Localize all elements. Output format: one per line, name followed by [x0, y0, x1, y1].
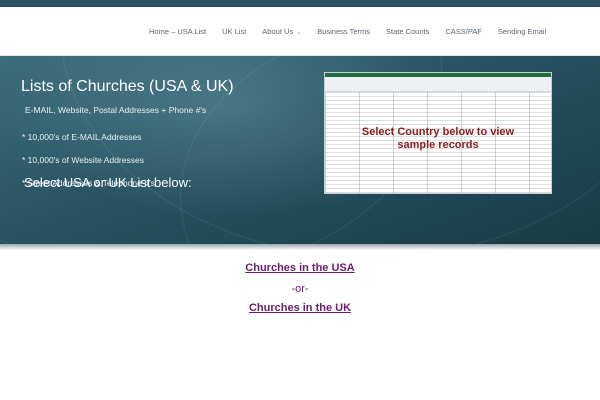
top-strip: [0, 0, 600, 7]
chevron-down-icon: ⌄: [296, 29, 302, 36]
nav-item-label: Sending Email: [497, 26, 547, 36]
page-title: Lists of Churches (USA & UK): [21, 78, 234, 95]
nav-item-label: About Us: [262, 26, 294, 36]
navigation-bar: Home – USA List UK List About Us ⌄ Busine…: [0, 7, 600, 56]
nav-item-label: Home – USA List: [149, 26, 207, 36]
image-overlay-text: Select Country below to view sample reco…: [325, 126, 551, 152]
hero-banner: Lists of Churches (USA & UK) E-MAIL, Web…: [0, 56, 600, 244]
select-prompt: Select USA or UK List below:: [24, 175, 192, 190]
nav-item-label: Business Terms: [317, 26, 370, 36]
feature-bullet: * 10,000's of E-MAIL Addresses: [22, 132, 142, 142]
nav-item-label: CASS/PAF: [445, 26, 482, 36]
hero-shadow: [0, 244, 600, 250]
nav-item-about-us[interactable]: About Us ⌄: [254, 27, 309, 36]
nav-item-label: UK List: [222, 26, 247, 36]
spreadsheet-ribbon: [325, 77, 551, 92]
hero-subtitle: E-MAIL, Website, Postal Addresses + Phon…: [25, 105, 207, 115]
image-overlay-line: Select Country below to view: [361, 126, 515, 138]
nav-item-label: State Counts: [385, 26, 430, 36]
nav-item-cass-paf[interactable]: CASS/PAF: [437, 27, 490, 36]
nav-item-sending-email[interactable]: Sending Email: [490, 27, 554, 36]
sample-records-image: Select Country below to view sample reco…: [324, 72, 552, 194]
feature-bullet: * 10,000's of Website Addresses: [22, 155, 144, 165]
nav-item-state-counts[interactable]: State Counts: [378, 27, 437, 36]
nav-item-home-usa-list[interactable]: Home – USA List: [141, 27, 214, 36]
nav-item-business-terms[interactable]: Business Terms: [309, 27, 378, 36]
usa-churches-link[interactable]: Churches in the USA: [0, 262, 600, 274]
image-overlay-line: sample records: [397, 139, 479, 151]
or-separator: -or-: [291, 283, 309, 295]
uk-churches-link[interactable]: Churches in the UK: [0, 302, 600, 314]
nav-item-uk-list[interactable]: UK List: [214, 27, 254, 36]
main-menu: Home – USA List UK List About Us ⌄ Busine…: [141, 21, 554, 41]
